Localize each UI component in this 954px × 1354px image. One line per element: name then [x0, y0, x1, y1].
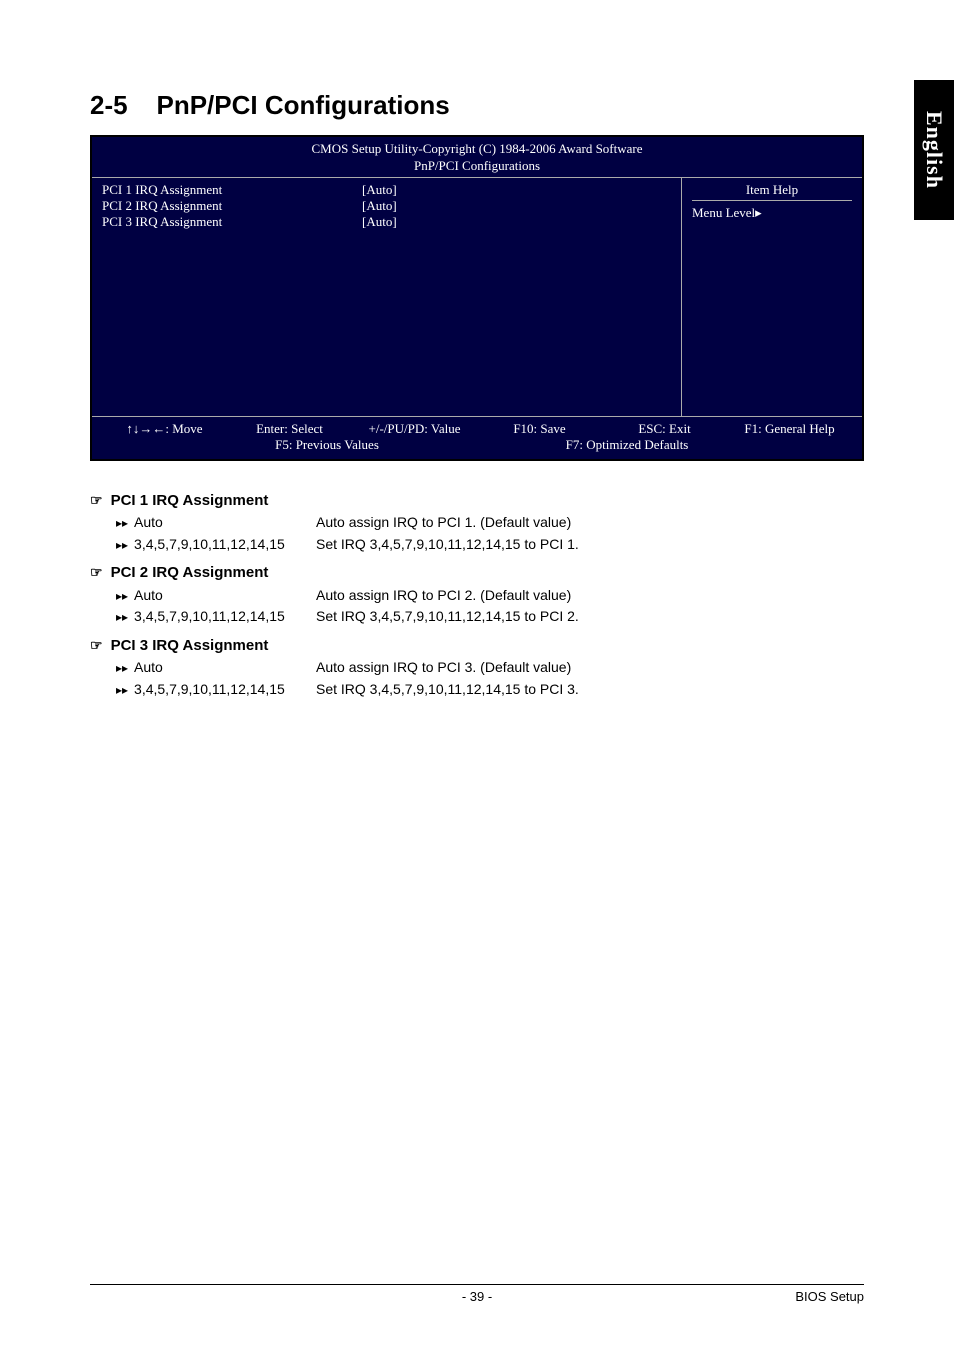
description-option-value: Auto assign IRQ to PCI 1. (Default value… [316, 512, 864, 534]
bios-footer: ↑↓→←: Move Enter: Select +/-/PU/PD: Valu… [92, 417, 862, 459]
double-arrow-icon: ▸▸ [116, 608, 128, 627]
bios-setting-value: [Auto] [362, 198, 397, 214]
option-key-text: Auto [134, 657, 163, 679]
bios-help-header: Item Help [692, 182, 852, 201]
bios-key-help: F1: General Help [727, 421, 852, 437]
double-arrow-icon: ▸▸ [116, 681, 128, 700]
option-key-text: Auto [134, 585, 163, 607]
pointer-icon: ☞ [90, 562, 103, 584]
bios-setting-label: PCI 1 IRQ Assignment [102, 182, 362, 198]
bios-help-body: Menu Level▸ [692, 205, 852, 221]
bios-header-line2: PnP/PCI Configurations [92, 158, 862, 175]
double-arrow-icon: ▸▸ [116, 536, 128, 555]
double-arrow-icon: ▸▸ [116, 514, 128, 533]
description-option-row: ▸▸ Auto Auto assign IRQ to PCI 3. (Defau… [90, 657, 864, 679]
description-option-key: ▸▸ Auto [116, 512, 316, 534]
bios-key-prev: F5: Previous Values [252, 437, 402, 453]
double-arrow-icon: ▸▸ [116, 587, 128, 606]
description-option-value: Set IRQ 3,4,5,7,9,10,11,12,14,15 to PCI … [316, 606, 864, 628]
bios-key-value: +/-/PU/PD: Value [352, 421, 477, 437]
bios-settings-panel: PCI 1 IRQ Assignment [Auto] PCI 2 IRQ As… [92, 178, 682, 416]
pointer-icon: ☞ [90, 635, 103, 657]
description-option-row: ▸▸ 3,4,5,7,9,10,11,12,14,15 Set IRQ 3,4,… [90, 606, 864, 628]
bios-setting-value: [Auto] [362, 182, 397, 198]
section-title-text: PnP/PCI Configurations [156, 90, 449, 120]
bios-screenshot: CMOS Setup Utility-Copyright (C) 1984-20… [90, 135, 864, 461]
pointer-icon: ☞ [90, 490, 103, 512]
bios-body: PCI 1 IRQ Assignment [Auto] PCI 2 IRQ As… [92, 177, 862, 417]
description-heading: ☞ PCI 3 IRQ Assignment [90, 634, 864, 657]
bios-footer-line2: F5: Previous Values F7: Optimized Defaul… [102, 437, 852, 453]
option-key-text: 3,4,5,7,9,10,11,12,14,15 [134, 534, 285, 556]
bios-setting-label: PCI 3 IRQ Assignment [102, 214, 362, 230]
bios-key-exit: ESC: Exit [602, 421, 727, 437]
description-item: ☞ PCI 1 IRQ Assignment ▸▸ Auto Auto assi… [90, 489, 864, 556]
description-block: ☞ PCI 1 IRQ Assignment ▸▸ Auto Auto assi… [90, 489, 864, 701]
description-option-key: ▸▸ Auto [116, 657, 316, 679]
description-option-row: ▸▸ Auto Auto assign IRQ to PCI 1. (Defau… [90, 512, 864, 534]
bios-setting-label: PCI 2 IRQ Assignment [102, 198, 362, 214]
footer-section: BIOS Setup [795, 1289, 864, 1304]
description-heading: ☞ PCI 1 IRQ Assignment [90, 489, 864, 512]
bios-footer-line1: ↑↓→←: Move Enter: Select +/-/PU/PD: Valu… [102, 421, 852, 437]
description-title: PCI 3 IRQ Assignment [111, 634, 269, 657]
description-option-key: ▸▸ 3,4,5,7,9,10,11,12,14,15 [116, 606, 316, 628]
description-option-row: ▸▸ 3,4,5,7,9,10,11,12,14,15 Set IRQ 3,4,… [90, 534, 864, 556]
bios-key-save: F10: Save [477, 421, 602, 437]
bios-key-select: Enter: Select [227, 421, 352, 437]
description-title: PCI 1 IRQ Assignment [111, 489, 269, 512]
page-footer: - 39 - BIOS Setup [90, 1284, 864, 1304]
bios-key-opt: F7: Optimized Defaults [552, 437, 702, 453]
bios-help-panel: Item Help Menu Level▸ [682, 178, 862, 416]
page-content: 2-5 PnP/PCI Configurations CMOS Setup Ut… [0, 0, 954, 701]
description-option-value: Auto assign IRQ to PCI 2. (Default value… [316, 585, 864, 607]
bios-setting-row: PCI 1 IRQ Assignment [Auto] [102, 182, 671, 198]
bios-header: CMOS Setup Utility-Copyright (C) 1984-20… [92, 137, 862, 177]
section-number: 2-5 [90, 90, 128, 120]
description-option-row: ▸▸ 3,4,5,7,9,10,11,12,14,15 Set IRQ 3,4,… [90, 679, 864, 701]
option-key-text: 3,4,5,7,9,10,11,12,14,15 [134, 679, 285, 701]
page-number: - 39 - [462, 1289, 492, 1304]
bios-setting-row: PCI 2 IRQ Assignment [Auto] [102, 198, 671, 214]
description-title: PCI 2 IRQ Assignment [111, 561, 269, 584]
bios-setting-value: [Auto] [362, 214, 397, 230]
option-key-text: 3,4,5,7,9,10,11,12,14,15 [134, 606, 285, 628]
description-heading: ☞ PCI 2 IRQ Assignment [90, 561, 864, 584]
double-arrow-icon: ▸▸ [116, 659, 128, 678]
bios-key-move: ↑↓→←: Move [102, 421, 227, 437]
language-tab: English [914, 80, 954, 220]
section-heading: 2-5 PnP/PCI Configurations [90, 90, 864, 121]
option-key-text: Auto [134, 512, 163, 534]
description-option-value: Set IRQ 3,4,5,7,9,10,11,12,14,15 to PCI … [316, 534, 864, 556]
description-item: ☞ PCI 3 IRQ Assignment ▸▸ Auto Auto assi… [90, 634, 864, 701]
description-option-key: ▸▸ 3,4,5,7,9,10,11,12,14,15 [116, 534, 316, 556]
language-tab-label: English [921, 111, 947, 189]
description-item: ☞ PCI 2 IRQ Assignment ▸▸ Auto Auto assi… [90, 561, 864, 628]
description-option-value: Auto assign IRQ to PCI 3. (Default value… [316, 657, 864, 679]
description-option-key: ▸▸ Auto [116, 585, 316, 607]
bios-header-line1: CMOS Setup Utility-Copyright (C) 1984-20… [92, 141, 862, 158]
description-option-value: Set IRQ 3,4,5,7,9,10,11,12,14,15 to PCI … [316, 679, 864, 701]
bios-setting-row: PCI 3 IRQ Assignment [Auto] [102, 214, 671, 230]
description-option-key: ▸▸ 3,4,5,7,9,10,11,12,14,15 [116, 679, 316, 701]
description-option-row: ▸▸ Auto Auto assign IRQ to PCI 2. (Defau… [90, 585, 864, 607]
